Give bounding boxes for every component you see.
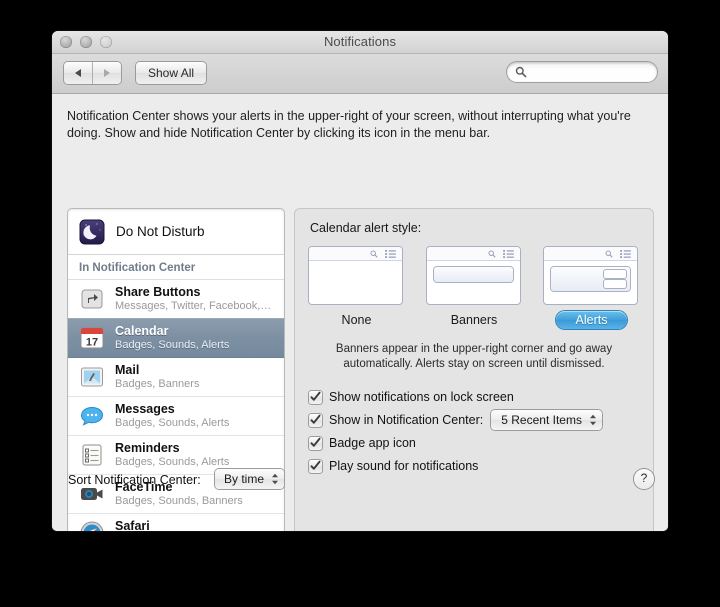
calendar-icon: 17 [78, 324, 106, 352]
alert-style-thumbnail-banners[interactable] [426, 247, 520, 304]
app-name: Mail [115, 363, 140, 378]
sort-label: Sort Notification Center: [68, 473, 201, 487]
sort-value: By time [224, 472, 265, 486]
pane-description: Notification Center shows your alerts in… [67, 109, 631, 140]
help-button[interactable]: ? [634, 469, 654, 489]
list-item-text: Messages Badges, Sounds, Alerts [115, 402, 229, 429]
bottom-bar: Sort Notification Center: By time ? [52, 460, 668, 531]
alert-style-thumbnail-none[interactable] [309, 247, 402, 304]
option-show-in-notification-center[interactable]: Show in Notification Center: 5 Recent It… [309, 410, 639, 430]
option-badge-app-icon[interactable]: Badge app icon [309, 433, 639, 453]
stepper-arrows-icon [589, 414, 596, 426]
mail-icon [78, 363, 106, 391]
checkmark-icon [310, 414, 321, 424]
thumbnail-alert-button-2 [604, 280, 626, 288]
app-detail: Badges, Sounds, Alerts [115, 339, 230, 352]
alert-style-label-banners[interactable]: Banners [437, 311, 512, 329]
app-detail: Badges, Banners [115, 378, 200, 391]
checkbox-show-in-notification-center[interactable] [309, 413, 322, 427]
group-header-in-notification-center: In Notification Center [68, 255, 284, 280]
app-detail: Badges, Sounds, Alerts [115, 417, 230, 430]
mini-list-icon [620, 250, 631, 258]
alert-style-thumbnail-alerts[interactable] [544, 247, 637, 304]
share-icon [78, 285, 106, 313]
list-item-text: Mail Badges, Banners [115, 363, 199, 390]
list-item-text: Calendar Badges, Sounds, Alerts [115, 324, 229, 351]
toolbar: Show All [52, 54, 668, 94]
thumbnail-banner-preview [433, 267, 513, 282]
forward-button [92, 62, 121, 84]
alert-style-option-banners[interactable]: Banners [426, 247, 522, 329]
alert-style-label-alerts[interactable]: Alerts [555, 311, 628, 329]
checkbox-badge-app-icon[interactable] [309, 436, 322, 450]
app-name: Calendar [115, 324, 169, 339]
list-item-mail[interactable]: Mail Badges, Banners [68, 358, 284, 397]
preference-pane-content: Notification Center shows your alerts in… [52, 94, 668, 531]
list-item-calendar[interactable]: 17 Calendar Badges, Sounds, Alerts [68, 318, 284, 358]
panel-title: Calendar alert style: [310, 221, 422, 235]
window-titlebar[interactable]: Notifications [52, 31, 668, 54]
system-preferences-window: Notifications Show All Notification Cent… [52, 31, 668, 531]
stepper-arrows-icon [272, 473, 279, 485]
recent-items-value: 5 Recent Items [501, 413, 582, 427]
show-all-button[interactable]: Show All [136, 62, 207, 84]
search-input[interactable] [507, 62, 657, 82]
mini-list-icon [385, 250, 396, 258]
alert-style-option-none[interactable]: None [309, 247, 404, 329]
app-name: Messages [115, 402, 175, 417]
app-name: Reminders [115, 441, 180, 456]
app-name: Share Buttons [115, 285, 201, 300]
mini-search-icon [488, 250, 496, 258]
app-detail: Messages, Twitter, Facebook,… [115, 300, 272, 313]
sort-dropdown[interactable]: By time [215, 469, 285, 489]
list-item-text: Share Buttons Messages, Twitter, Faceboo… [115, 285, 271, 312]
recent-items-dropdown[interactable]: 5 Recent Items [491, 410, 602, 430]
search-icon [515, 66, 527, 78]
checkmark-icon [310, 437, 321, 447]
list-item-do-not-disturb[interactable]: Do Not Disturb [68, 209, 284, 255]
do-not-disturb-label: Do Not Disturb [116, 224, 205, 239]
window-title: Notifications [323, 34, 397, 49]
moon-icon [78, 218, 106, 246]
alert-style-option-alerts[interactable]: Alerts [544, 247, 639, 329]
back-button[interactable] [64, 62, 92, 84]
thumbnail-alert-button-1 [604, 270, 626, 278]
list-item-share-buttons[interactable]: Share Buttons Messages, Twitter, Faceboo… [68, 280, 284, 319]
desktop-background: Notifications Show All Notification Cent… [0, 0, 720, 607]
thumbnail-alert-preview [551, 267, 630, 291]
option-label: Badge app icon [329, 436, 416, 450]
mini-list-icon [502, 250, 514, 258]
alert-style-description: Banners appear in the upper-right corner… [335, 343, 613, 370]
option-lock-screen[interactable]: Show notifications on lock screen [309, 387, 639, 407]
messages-icon [78, 402, 106, 430]
checkmark-icon [310, 391, 321, 401]
alert-style-label-none[interactable]: None [328, 311, 386, 329]
mini-search-icon [370, 250, 378, 258]
svg-text:17: 17 [86, 337, 98, 349]
option-label: Show in Notification Center: [329, 413, 484, 427]
forward-arrow-icon [104, 69, 110, 77]
back-arrow-icon [75, 69, 81, 77]
alert-style-chooser: None Banners Alerts [309, 247, 639, 329]
checkbox-lock-screen[interactable] [309, 390, 322, 404]
navigation-buttons[interactable] [64, 62, 121, 84]
mini-search-icon [605, 250, 613, 258]
list-item-messages[interactable]: Messages Badges, Sounds, Alerts [68, 397, 284, 436]
option-label: Show notifications on lock screen [329, 390, 514, 404]
